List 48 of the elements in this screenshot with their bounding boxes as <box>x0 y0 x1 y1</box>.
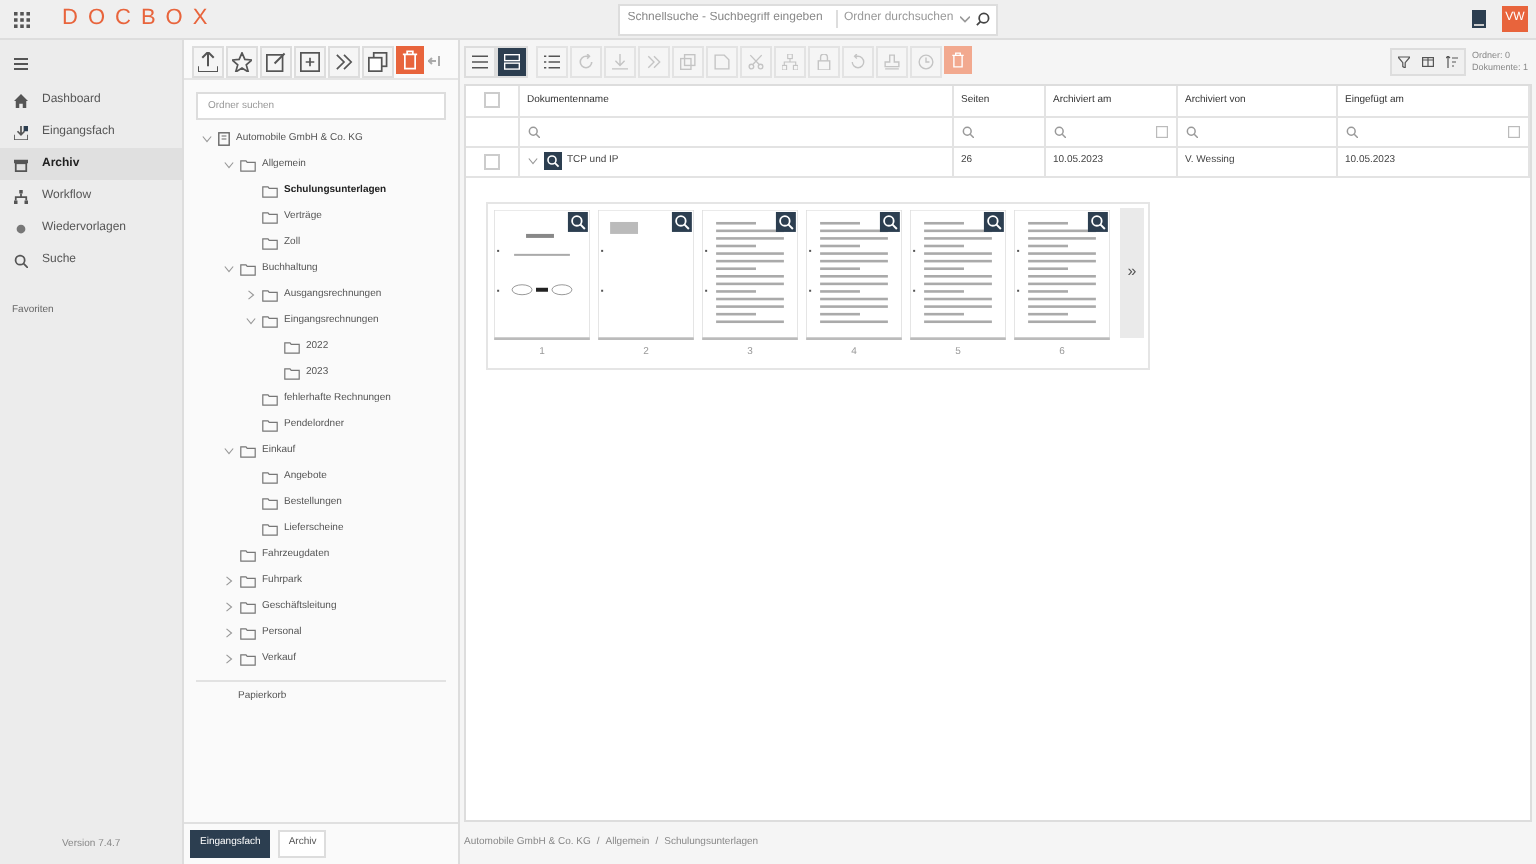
search-icon[interactable] <box>975 12 990 26</box>
star-icon[interactable] <box>226 45 258 77</box>
collapsed-chevron-icon[interactable] <box>224 628 234 638</box>
collapsed-chevron-icon[interactable] <box>224 654 234 664</box>
add-icon[interactable] <box>294 45 326 77</box>
inbox-icon <box>14 125 28 139</box>
logo: DOCBOX <box>62 8 218 30</box>
dot-icon <box>14 221 28 235</box>
collapsed-chevron-icon[interactable] <box>224 602 234 612</box>
home-icon <box>14 93 28 107</box>
expanded-chevron-icon[interactable] <box>224 264 234 274</box>
book-icon[interactable] <box>1472 10 1486 28</box>
page-thumbnail[interactable] <box>806 209 902 339</box>
list-icon[interactable] <box>536 46 568 78</box>
collapse-icon[interactable] <box>428 56 440 66</box>
preview-icon[interactable] <box>543 152 561 170</box>
page-thumbnail[interactable] <box>598 209 694 339</box>
row-checkbox[interactable] <box>483 153 500 169</box>
detail-view-icon[interactable] <box>496 46 528 78</box>
calendar-icon[interactable] <box>1155 125 1167 137</box>
delete-icon[interactable] <box>396 45 424 73</box>
apps-icon[interactable] <box>14 11 30 27</box>
copy-icon[interactable] <box>362 45 394 77</box>
building-icon <box>218 132 230 146</box>
upload-icon[interactable] <box>192 45 224 77</box>
collapsed-chevron-icon[interactable] <box>246 290 256 300</box>
workflow-icon <box>14 189 28 203</box>
collapsed-chevron-icon[interactable] <box>224 576 234 586</box>
expanded-chevron-icon[interactable] <box>224 160 234 170</box>
page-thumbnail[interactable] <box>494 209 590 339</box>
search-icon <box>14 253 28 267</box>
double-chevron-icon[interactable] <box>328 45 360 77</box>
page-thumbnail[interactable] <box>1014 209 1110 339</box>
expanded-chevron-icon[interactable] <box>527 156 537 166</box>
expanded-chevron-icon[interactable] <box>202 134 212 144</box>
expanded-chevron-icon[interactable] <box>246 316 256 326</box>
calendar-icon[interactable] <box>1508 125 1520 137</box>
menu-icon[interactable] <box>14 58 28 70</box>
archive-box-icon <box>14 157 28 171</box>
edit-icon[interactable] <box>260 45 292 77</box>
select-all-checkbox[interactable] <box>483 92 500 109</box>
more-pages-button[interactable]: » <box>1120 207 1144 337</box>
caret-icon <box>959 15 970 23</box>
expanded-chevron-icon[interactable] <box>224 446 234 456</box>
page-thumbnail[interactable] <box>910 209 1006 339</box>
delete-icon[interactable] <box>944 46 972 74</box>
list-icon[interactable] <box>464 46 496 78</box>
page-thumbnail[interactable] <box>702 209 798 339</box>
